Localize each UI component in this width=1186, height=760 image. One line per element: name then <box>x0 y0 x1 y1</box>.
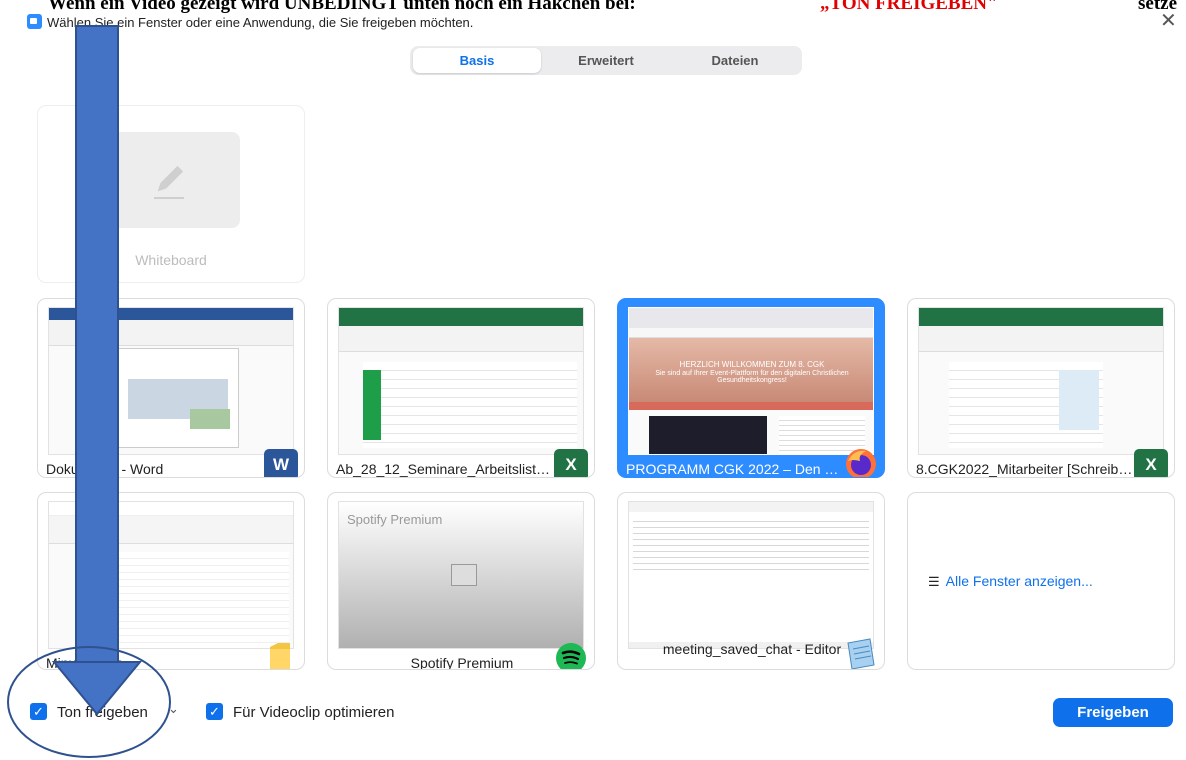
whiteboard-label: Whiteboard <box>135 252 207 268</box>
window-thumbnail <box>338 307 584 455</box>
share-audio-label: Ton freigeben <box>57 704 148 721</box>
folder-icon <box>270 643 290 669</box>
tab-basis[interactable]: Basis <box>413 48 541 73</box>
window-tile-excel-mitarbeiter[interactable]: 8.CGK2022_Mitarbeiter [Schreibg... X <box>907 298 1175 478</box>
window-thumbnail <box>918 307 1164 455</box>
footer-bar: ✓ Ton freigeben ⌄ ✓ Für Videoclip optimi… <box>0 698 1186 730</box>
tab-erweitert[interactable]: Erweitert <box>542 48 670 73</box>
window-tile-explorer[interactable]: MinutenPlus <box>37 492 305 670</box>
notepad-icon <box>847 638 875 669</box>
tab-dateien[interactable]: Dateien <box>671 48 799 73</box>
window-tile-notepad[interactable]: meeting_saved_chat - Editor <box>617 492 885 670</box>
pencil-icon <box>154 165 184 199</box>
whiteboard-preview <box>98 132 240 228</box>
chevron-down-icon[interactable]: ⌄ <box>168 701 179 717</box>
share-audio-checkbox[interactable]: ✓ <box>30 703 47 720</box>
all-windows-tile[interactable]: ☰ Alle Fenster anzeigen... <box>907 492 1175 670</box>
title-bar: Wählen Sie ein Fenster oder eine Anwendu… <box>0 11 1186 34</box>
excel-icon: X <box>554 449 588 477</box>
dialog-title: Wählen Sie ein Fenster oder eine Anwendu… <box>47 15 474 30</box>
window-tile-word[interactable]: Dokument1 - Word W <box>37 298 305 478</box>
window-tile-firefox[interactable]: HERZLICH WILLKOMMEN ZUM 8. CGK Sie sind … <box>617 298 885 478</box>
whiteboard-tile[interactable]: Whiteboard <box>37 105 305 283</box>
close-button[interactable]: ✕ <box>1160 11 1177 31</box>
all-windows-link[interactable]: ☰ Alle Fenster anzeigen... <box>928 573 1093 590</box>
window-thumbnail <box>48 501 294 649</box>
window-tile-spotify[interactable]: Spotify Premium Spotify Premium <box>327 492 595 670</box>
window-label: 8.CGK2022_Mitarbeiter [Schreibg... <box>916 461 1136 477</box>
window-thumbnail: Spotify Premium <box>338 501 584 649</box>
tab-bar: Basis Erweitert Dateien <box>410 46 802 75</box>
word-icon: W <box>264 449 298 477</box>
optimize-video-checkbox[interactable]: ✓ <box>206 703 223 720</box>
excel-icon: X <box>1134 449 1168 477</box>
window-thumbnail <box>48 307 294 455</box>
spotify-thumb-title: Spotify Premium <box>347 512 443 527</box>
window-label: Dokument1 - Word <box>46 461 164 477</box>
window-thumbnail: HERZLICH WILLKOMMEN ZUM 8. CGK Sie sind … <box>628 307 874 455</box>
web-subheading: Sie sind auf Ihrer Event-Plattform für d… <box>655 370 849 384</box>
window-label: PROGRAMM CGK 2022 – Den 8. ... <box>626 461 846 477</box>
all-windows-label: Alle Fenster anzeigen... <box>945 573 1093 589</box>
firefox-icon <box>846 449 876 477</box>
optimize-video-label: Für Videoclip optimieren <box>233 704 395 721</box>
web-heading: HERZLICH WILLKOMMEN ZUM 8. CGK <box>679 360 825 369</box>
zoom-app-icon <box>27 14 42 29</box>
share-button[interactable]: Freigeben <box>1053 698 1173 727</box>
window-label: Ab_28_12_Seminare_Arbeitsliste_... <box>336 461 556 477</box>
stack-icon: ☰ <box>928 574 940 589</box>
spotify-icon <box>556 643 586 669</box>
window-label: MinutenPlus <box>46 655 124 670</box>
window-thumbnail <box>628 501 874 649</box>
window-tile-excel-seminare[interactable]: Ab_28_12_Seminare_Arbeitsliste_... X <box>327 298 595 478</box>
